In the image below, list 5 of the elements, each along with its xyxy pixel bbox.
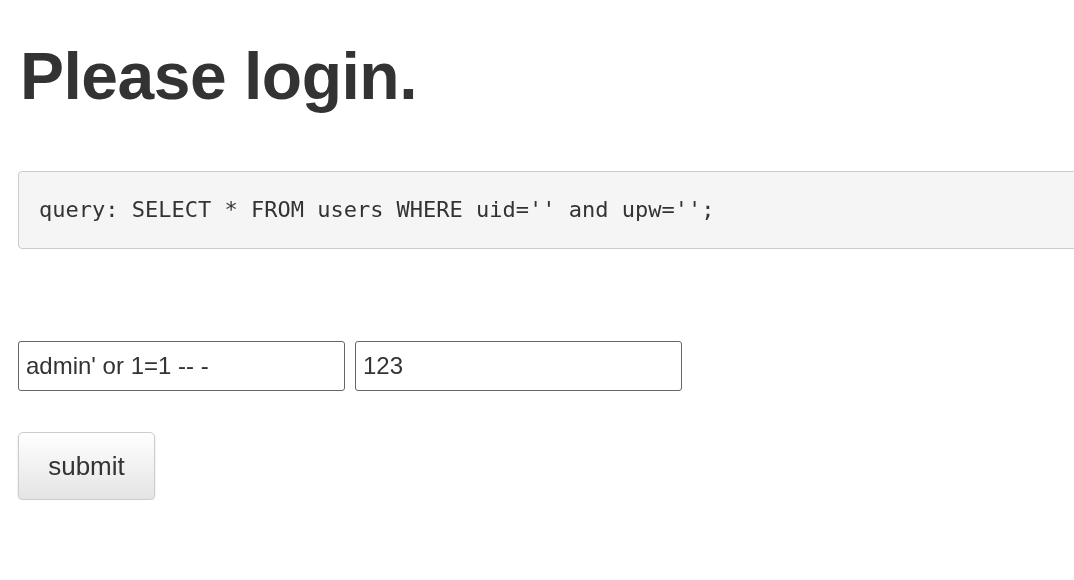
- input-field[interactable]: admin' or 1=1 -- -: [18, 341, 345, 391]
- query-box: query: SELECT * FROM users WHERE uid='' and upw='';: [18, 171, 1074, 249]
- submit-button[interactable]: submit: [18, 432, 155, 500]
- page-heading: Please login.: [20, 38, 417, 115]
- input-field[interactable]: 123: [355, 341, 682, 391]
